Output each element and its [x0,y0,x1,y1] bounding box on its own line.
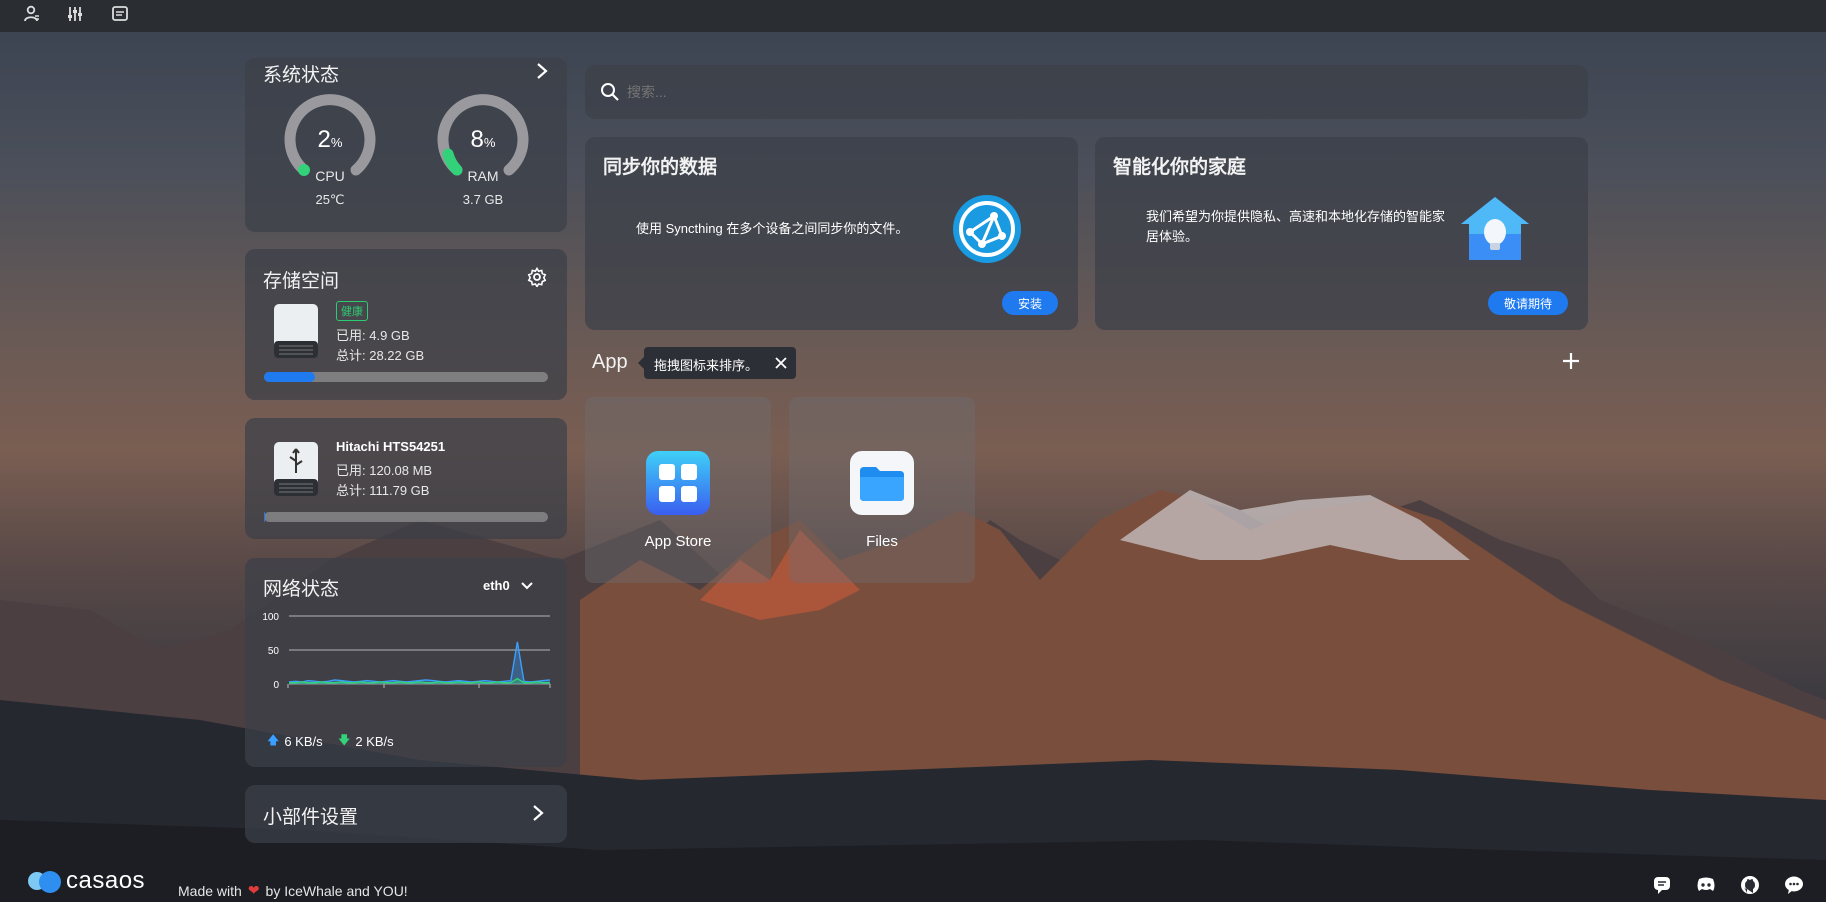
widget-settings-label: 小部件设置 [263,807,359,828]
app-tile-app-store[interactable]: App Store [585,397,771,583]
status-badge: 健康 [336,301,368,321]
storage-usage-bar [264,372,548,382]
promo-title: 智能化你的家庭 [1113,157,1247,178]
storage-usage-fill [264,372,316,382]
y-tick-label: 100 [262,612,279,623]
download-rate: 🡇 2 KB/s [338,731,394,752]
search-bar[interactable] [585,65,1588,119]
github-icon[interactable] [1740,875,1760,900]
widget-settings-button[interactable]: 小部件设置 [245,785,567,843]
y-tick-label: 0 [273,680,279,691]
made-with-text: Made with ❤ by IceWhale and YOU! [178,882,408,899]
promo-title: 同步你的数据 [603,157,718,178]
sliders-icon[interactable] [63,2,87,26]
sort-tooltip: 拖拽图标来排序。 [638,347,796,379]
heart-icon: ❤ [247,882,260,898]
chevron-down-icon [521,581,533,589]
install-button[interactable]: 安装 [1002,291,1058,315]
top-bar [0,0,1826,32]
coming-soon-button[interactable]: 敬请期待 [1488,291,1568,315]
hard-drive-icon [274,304,318,358]
arrow-up-icon: 🡅 [267,733,280,747]
chat-icon[interactable] [1784,875,1804,900]
system-status-card: 系统状态 2% CPU 25℃ 8% RAM 3.7 GB [245,58,567,232]
cpu-value: 2% [317,126,343,153]
apps-heading: App [592,351,628,373]
storage-total: 总计: 28.22 GB [336,348,425,363]
storage-used: 已用: 4.9 GB [336,328,410,343]
disk-total: 总计: 111.79 GB [336,483,430,498]
search-input[interactable] [625,79,1529,105]
app-store-icon [646,451,710,515]
user-icon[interactable] [20,2,44,26]
casaos-logo[interactable]: casaos [26,867,145,895]
ram-value: 8% [470,126,496,153]
syncthing-promo-card: 同步你的数据 使用 Syncthing 在多个设备之间同步你的文件。 安装 [585,137,1078,330]
network-title: 网络状态 [263,579,340,600]
series-line-upload [288,641,551,683]
disk-card: Hitachi HTS54251 已用: 120.08 MB 总计: 111.7… [245,418,567,539]
smart-home-icon [1461,197,1529,260]
chevron-right-icon [531,804,545,827]
tooltip-text: 拖拽图标来排序。 [654,358,759,373]
promo-text: 我们希望为你提供隐私、高速和本地化存储的智能家居体验。 [1146,209,1446,244]
search-icon [601,83,619,101]
interface-label: eth0 [483,578,510,593]
close-icon[interactable] [774,356,788,370]
upload-rate: 🡅 6 KB/s [267,731,323,752]
storage-title: 存储空间 [263,271,340,292]
system-status-title: 系统状态 [263,65,340,86]
network-card: 网络状态 eth0 0 50 100 🡅 6 KB/s 🡇 2 KB/s [245,558,567,767]
app-tile-files[interactable]: Files [789,397,975,583]
storage-card: 存储空间 健康 已用: 4.9 GB 总计: 28.22 GB [245,249,567,400]
network-chart: 0 50 100 [262,612,551,691]
disk-usage-bar [264,512,548,522]
ram-label: RAM [467,168,499,184]
cpu-label: CPU [315,168,345,184]
smart-home-promo-card: 智能化你的家庭 我们希望为你提供隐私、高速和本地化存储的智能家居体验。 敬请期待 [1095,137,1588,330]
discord-icon[interactable] [1696,876,1716,899]
disk-name: Hitachi HTS54251 [336,439,446,454]
app-label: App Store [644,533,712,550]
tooltip-arrow [638,357,644,369]
usb-drive-icon [274,442,318,496]
syncthing-icon [953,195,1021,263]
arrow-down-icon: 🡇 [338,733,351,747]
disk-used: 已用: 120.08 MB [336,463,433,478]
terminal-icon[interactable] [108,2,132,26]
cpu-temp: 25℃ [315,192,345,207]
message-icon[interactable] [1652,875,1672,900]
folder-icon [850,451,914,515]
app-label: Files [866,533,898,550]
casaos-logo-icon [28,871,61,893]
ram-size: 3.7 GB [462,192,504,207]
brand-name: casaos [66,867,146,894]
chevron-right-icon[interactable] [535,62,549,85]
add-app-icon[interactable] [1562,352,1580,370]
promo-text: 使用 Syncthing 在多个设备之间同步你的文件。 [636,221,909,236]
gear-icon[interactable] [527,266,547,292]
interface-select[interactable]: eth0 [483,578,534,593]
y-tick-label: 50 [268,646,280,657]
